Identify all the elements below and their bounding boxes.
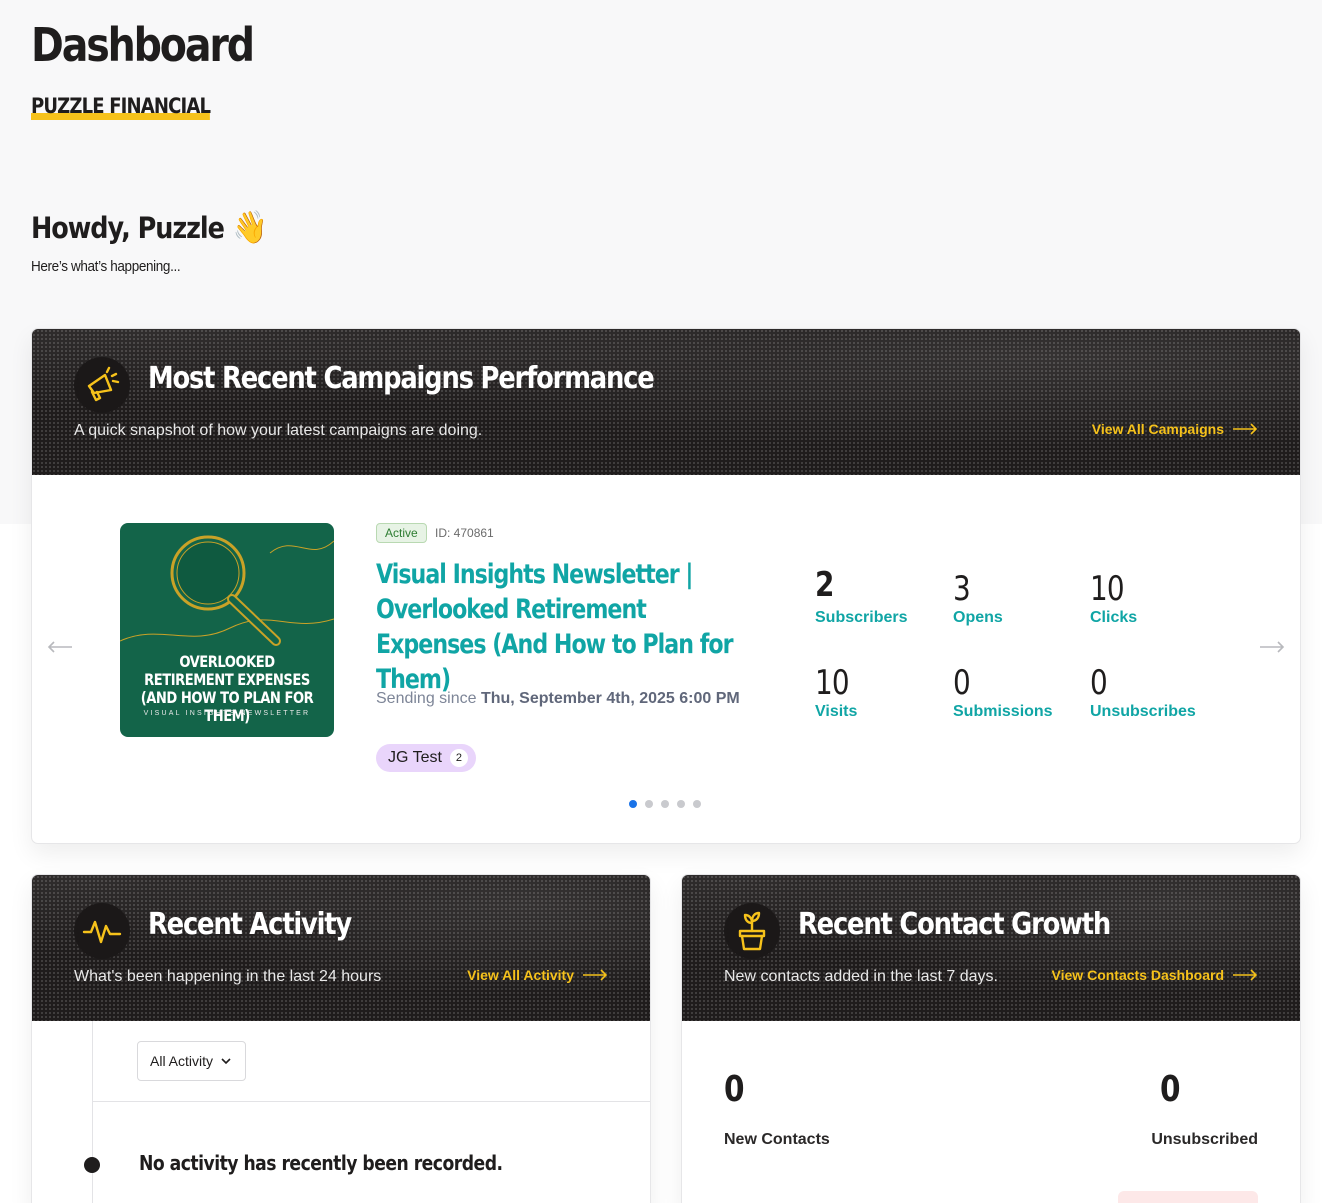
arrow-right-icon <box>1233 423 1258 435</box>
carousel-dot[interactable] <box>677 800 685 808</box>
view-contacts-dashboard-link[interactable]: View Contacts Dashboard <box>1052 967 1258 983</box>
activity-card-subtitle: What's been happening in the last 24 hou… <box>74 968 382 985</box>
waving-hand-icon: 👋 <box>232 208 268 246</box>
activity-card-header: Recent Activity What's been happening in… <box>32 875 650 1021</box>
activity-filter-value: All Activity <box>150 1053 214 1069</box>
stat-label: Submissions <box>953 703 1053 720</box>
stat-unsubscribes: 0 Unsubscribes <box>1090 663 1196 721</box>
empty-activity-message: No activity has recently been recorded. <box>139 1151 503 1175</box>
new-contacts-label: New Contacts <box>724 1131 830 1148</box>
growth-card-header: Recent Contact Growth New contacts added… <box>682 875 1300 1021</box>
stat-submissions: 0 Submissions <box>953 663 1053 721</box>
stat-label: Visits <box>815 703 858 720</box>
segment-tag[interactable]: JG Test 2 <box>376 744 476 772</box>
segment-tag-label: JG Test <box>388 749 442 766</box>
campaign-card-subtitle: A quick snapshot of how your latest camp… <box>74 422 483 439</box>
stat-label: Clicks <box>1090 609 1138 626</box>
contact-growth-card: Recent Contact Growth New contacts added… <box>681 874 1301 1203</box>
carousel-dot[interactable] <box>661 800 669 808</box>
stat-label: Unsubscribes <box>1090 703 1196 720</box>
carousel-pagination <box>629 800 701 808</box>
organization-name: PUZZLE FINANCIAL <box>31 94 211 120</box>
recent-activity-card: Recent Activity What's been happening in… <box>31 874 651 1203</box>
activity-pulse-icon <box>74 903 130 959</box>
unsubscribed-label: Unsubscribed <box>1151 1131 1258 1148</box>
view-all-campaigns-link[interactable]: View All Campaigns <box>1092 421 1258 437</box>
thumbnail-line-2: RETIREMENT EXPENSES <box>144 670 310 689</box>
carousel-dot[interactable] <box>629 800 637 808</box>
arrow-right-icon <box>583 969 608 981</box>
stat-subscribers: 2 Subscribers <box>815 565 907 627</box>
chevron-down-icon <box>221 1058 231 1065</box>
megaphone-icon <box>74 357 130 413</box>
stat-value: 0 <box>953 663 971 703</box>
arrow-right-icon <box>1233 969 1258 981</box>
greeting-text: Howdy, Puzzle <box>31 211 225 245</box>
sending-prefix: Sending since <box>376 690 477 707</box>
filter-divider <box>92 1101 650 1102</box>
timeline-dot <box>84 1157 100 1173</box>
growth-chart-preview <box>1118 1191 1258 1203</box>
thumbnail-subtitle: VISUAL INSIGHTS NEWSLETTER <box>143 710 311 717</box>
greeting: Howdy, Puzzle 👋 <box>31 208 268 246</box>
thumbnail-line-3: (AND HOW TO PLAN FOR THEM) <box>140 688 314 725</box>
thumbnail-line-1: OVERLOOKED <box>179 652 275 671</box>
stat-label: Opens <box>953 609 1003 626</box>
stat-clicks: 10 Clicks <box>1090 569 1137 627</box>
status-badge: Active <box>376 523 427 543</box>
new-contacts-value: 0 <box>724 1069 745 1110</box>
stat-label: Subscribers <box>815 609 908 626</box>
view-all-activity-link[interactable]: View All Activity <box>467 967 608 983</box>
stat-opens: 3 Opens <box>953 569 1003 627</box>
sending-since: Sending since Thu, September 4th, 2025 6… <box>376 690 740 708</box>
growth-card-title: Recent Contact Growth <box>798 907 1111 942</box>
timeline-line <box>92 1021 93 1203</box>
arrow-right-icon <box>1260 641 1285 653</box>
activity-card-title: Recent Activity <box>148 907 352 942</box>
plant-pot-icon <box>724 903 780 959</box>
greeting-subtitle: Here’s what’s happening... <box>31 258 181 275</box>
activity-filter-select[interactable]: All Activity <box>137 1041 246 1081</box>
view-all-campaigns-label: View All Campaigns <box>1091 421 1224 437</box>
carousel-dot[interactable] <box>645 800 653 808</box>
carousel-dot[interactable] <box>693 800 701 808</box>
campaign-id: ID: 470861 <box>435 526 494 540</box>
carousel-next-button[interactable] <box>1258 635 1286 659</box>
arrow-left-icon <box>47 641 72 653</box>
campaign-card-header: Most Recent Campaigns Performance A quic… <box>32 329 1300 475</box>
stat-value: 10 <box>1090 569 1125 609</box>
stat-value: 3 <box>953 569 971 609</box>
stat-value: 0 <box>1090 663 1108 703</box>
view-all-activity-label: View All Activity <box>467 967 574 983</box>
stat-value: 10 <box>815 663 850 703</box>
campaign-thumbnail[interactable]: OVERLOOKED RETIREMENT EXPENSES (AND HOW … <box>120 523 334 737</box>
stat-value: 2 <box>815 565 834 605</box>
page-title: Dashboard <box>31 18 255 72</box>
stat-visits: 10 Visits <box>815 663 857 721</box>
campaign-performance-card: Most Recent Campaigns Performance A quic… <box>31 328 1301 844</box>
campaign-title-link[interactable]: Visual Insights Newsletter | Overlooked … <box>376 557 753 697</box>
segment-tag-count: 2 <box>449 749 468 767</box>
unsubscribed-value: 0 <box>1160 1069 1181 1110</box>
growth-card-subtitle: New contacts added in the last 7 days. <box>724 968 998 985</box>
sending-date: Thu, September 4th, 2025 6:00 PM <box>480 690 740 707</box>
view-contacts-dashboard-label: View Contacts Dashboard <box>1051 967 1224 983</box>
carousel-prev-button[interactable] <box>46 635 74 659</box>
campaign-card-title: Most Recent Campaigns Performance <box>148 361 655 396</box>
